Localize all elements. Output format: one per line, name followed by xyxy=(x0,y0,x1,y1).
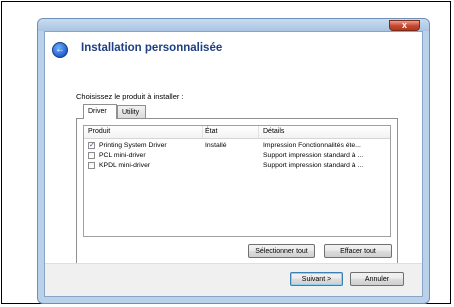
column-divider xyxy=(258,126,259,138)
product-name: Printing System Driver xyxy=(99,142,167,149)
checkmark-icon: ✓ xyxy=(89,142,95,149)
column-divider xyxy=(202,126,203,138)
list-item[interactable]: PCL mini-driver Support impression stand… xyxy=(84,151,390,161)
window-client: ← Installation personnalisée Choisissez … xyxy=(44,31,423,297)
cancel-button[interactable]: Annuler xyxy=(350,272,404,286)
product-details: Support impression standard à ... xyxy=(263,152,364,159)
page-title: Installation personnalisée xyxy=(81,42,223,54)
list-item[interactable]: ✓ Printing System Driver Installé Impres… xyxy=(84,141,390,151)
product-checkbox[interactable] xyxy=(88,162,95,169)
tab-driver[interactable]: Driver xyxy=(83,104,117,119)
instruction-label: Choisissez le produit à installer : xyxy=(76,92,184,101)
tab-label: Driver xyxy=(88,108,107,115)
product-list[interactable]: Produit État Détails ✓ Printing System D… xyxy=(83,125,391,237)
select-all-button[interactable]: Sélectionner tout xyxy=(248,244,315,258)
column-header-produit[interactable]: Produit xyxy=(88,128,110,135)
product-details: Impression Fonctionnalités éte... xyxy=(263,142,361,149)
clear-all-button[interactable]: Effacer tout xyxy=(324,244,392,258)
next-button[interactable]: Suivant > xyxy=(290,272,343,286)
back-button[interactable]: ← xyxy=(52,42,68,58)
product-name: PCL mini-driver xyxy=(99,152,146,159)
product-name: KPDL mini-driver xyxy=(99,162,151,169)
product-checkbox[interactable]: ✓ xyxy=(88,142,95,149)
column-header-details[interactable]: Détails xyxy=(263,128,284,135)
product-details: Support impression standard à ... xyxy=(263,162,364,169)
tab-label: Utility xyxy=(122,109,140,116)
driver-tab-panel: Produit État Détails ✓ Printing System D… xyxy=(76,118,398,268)
column-header-etat[interactable]: État xyxy=(205,128,217,135)
wizard-footer: Suivant > Annuler xyxy=(45,263,422,296)
wizard-body: Choisissez le produit à installer : Driv… xyxy=(45,79,422,273)
tab-utility[interactable]: Utility xyxy=(117,105,146,118)
list-item[interactable]: KPDL mini-driver Support impression stan… xyxy=(84,161,390,171)
close-button[interactable]: x xyxy=(389,20,420,31)
wizard-header: ← Installation personnalisée xyxy=(45,32,422,79)
screenshot-frame: x ← Installation personnalisée Choisisse… xyxy=(1,1,451,304)
close-icon: x xyxy=(401,20,407,30)
title-bar: x xyxy=(38,19,429,31)
installer-window: x ← Installation personnalisée Choisisse… xyxy=(37,18,430,304)
product-state: Installé xyxy=(205,142,227,149)
list-header: Produit État Détails xyxy=(84,126,390,139)
product-checkbox[interactable] xyxy=(88,152,95,159)
back-arrow-icon: ← xyxy=(55,44,65,55)
